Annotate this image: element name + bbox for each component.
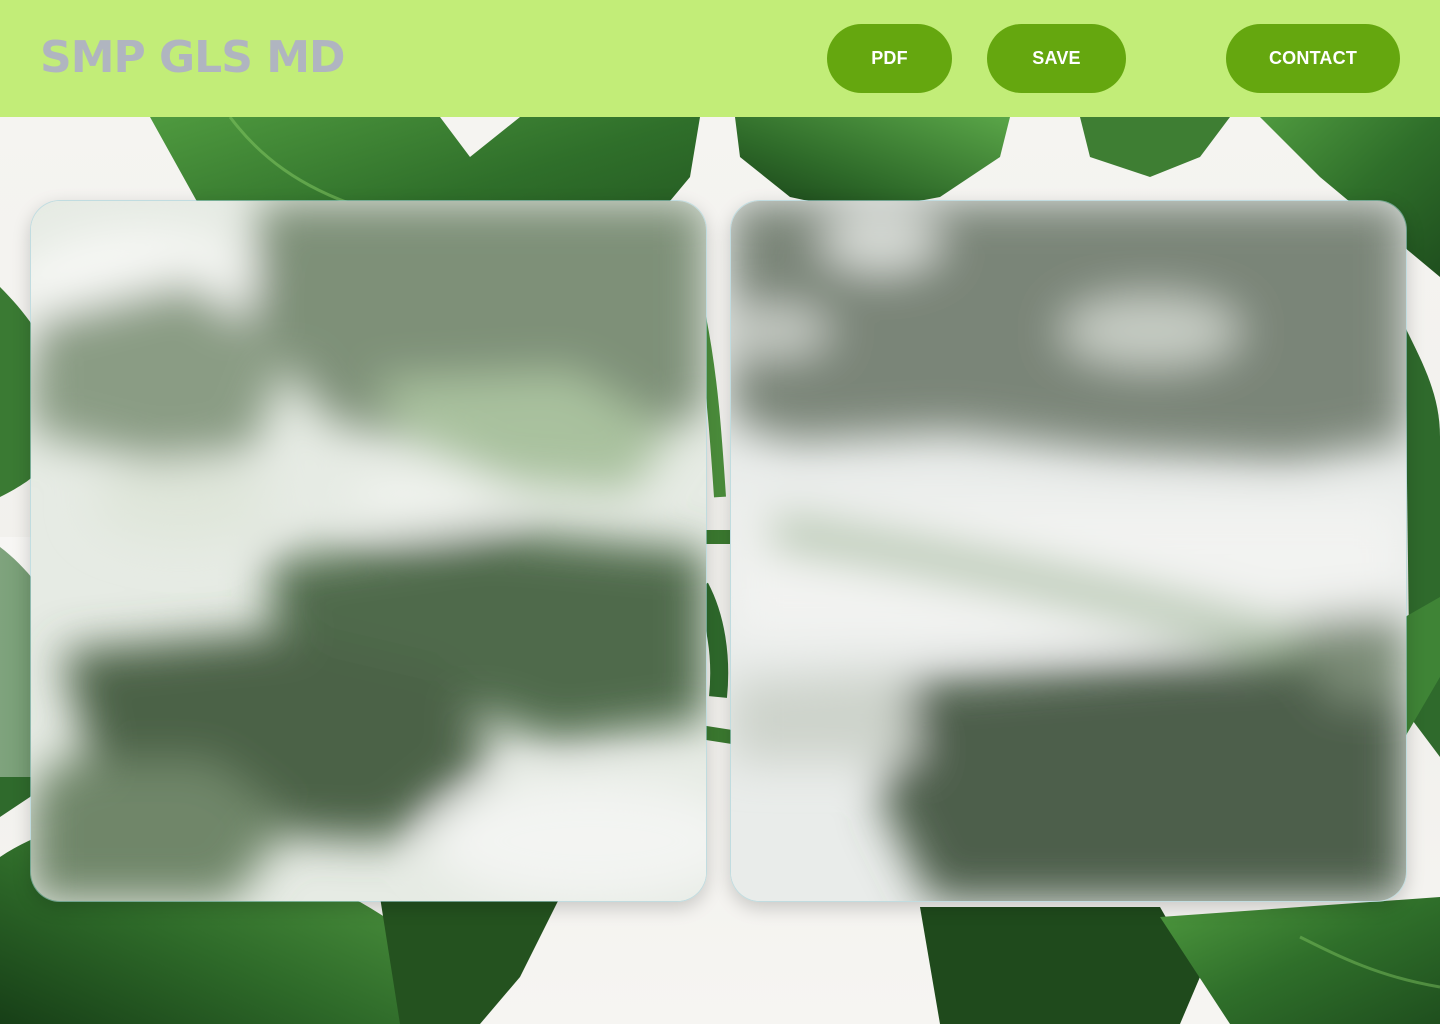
top-navigation-bar: SMP GLS MD PDF SAVE CONTACT [0,0,1440,117]
pdf-button[interactable]: PDF [827,24,952,93]
left-glass-card [30,200,707,902]
left-card-blurred-backdrop [31,201,706,901]
right-glass-card [730,200,1407,902]
contact-button[interactable]: CONTACT [1226,24,1400,93]
right-card-blurred-backdrop [731,201,1406,901]
site-logo[interactable]: SMP GLS MD [40,30,346,86]
page: SMP GLS MD PDF SAVE CONTACT [0,0,1440,1024]
save-button[interactable]: SAVE [987,24,1126,93]
